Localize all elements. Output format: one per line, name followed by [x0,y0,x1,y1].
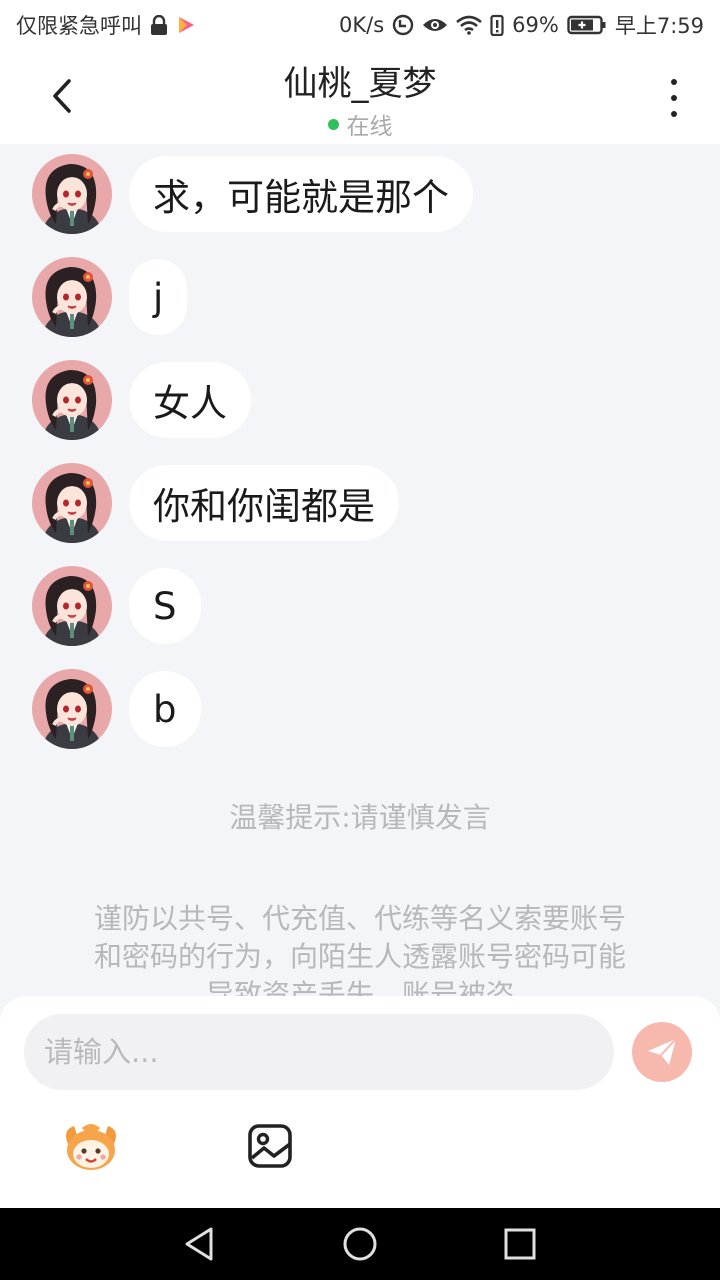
send-button[interactable] [632,1022,692,1082]
avatar[interactable] [32,669,112,749]
status-bar: 仅限紧急呼叫 0K/s 69% 早上7:59 [0,0,720,50]
message-bubble[interactable]: j [129,259,188,335]
battery-percent: 69% [512,13,559,37]
online-status: 在线 [0,107,720,141]
video-app-icon [176,15,196,35]
image-picker-button[interactable] [246,1122,294,1170]
chat-title-area: 仙桃_夏梦 在线 [0,56,720,141]
nav-home-button[interactable] [340,1224,380,1264]
message-row: 求，可能就是那个 [32,154,473,234]
message-bubble[interactable]: b [129,671,201,747]
online-status-label: 在线 [346,114,393,140]
contact-name: 仙桃_夏梦 [283,64,437,104]
lock-icon [150,15,168,35]
navigation-bar [0,1208,720,1280]
network-speed: 0K/s [338,13,385,37]
more-dot [671,95,677,101]
more-vertical-icon [671,79,677,85]
emoji-sticker-icon [66,1124,116,1170]
message-input[interactable] [24,1014,614,1090]
clock: 早上7:59 [614,14,704,38]
data-saver-icon [392,14,414,36]
message-row: 女人 [32,360,251,440]
message-bubble[interactable]: 求，可能就是那个 [129,156,473,232]
avatar[interactable] [32,154,112,234]
avatar[interactable] [32,566,112,646]
nav-recents-button[interactable] [500,1224,540,1264]
chat-header: 仙桃_夏梦 在线 [0,50,720,144]
composer-panel [0,996,720,1208]
safety-tip: 温馨提示:请谨慎发言 [229,801,491,834]
more-options-button[interactable] [654,76,694,120]
avatar[interactable] [32,463,112,543]
image-icon [248,1124,292,1168]
send-icon [648,1038,677,1065]
message-bubble[interactable]: S [129,568,201,644]
more-dot [671,111,677,117]
nav-home-icon [343,1227,377,1261]
carrier-text: 仅限紧急呼叫 [16,14,142,38]
message-row: j [32,257,188,337]
message-bubble[interactable]: 你和你闺都是 [129,465,399,541]
nav-back-icon [185,1227,213,1261]
avatar[interactable] [32,257,112,337]
emoji-sticker-button[interactable] [60,1120,122,1172]
message-row: S [32,566,201,646]
nav-recents-icon [504,1228,536,1260]
nav-back-button[interactable] [180,1224,220,1264]
online-dot [327,118,339,130]
warning-line: 谨防以共号、代充值、代练等名义索要账号 [93,902,626,935]
warning-line: 和密码的行为，向陌生人透露账号密码可能 [93,940,626,973]
message-row: b [32,669,201,749]
safety-warning: 谨防以共号、代充值、代练等名义索要账号 和密码的行为，向陌生人透露账号密码可能 … [60,900,660,1000]
avatar[interactable] [32,360,112,440]
message-row: 你和你闺都是 [32,463,399,543]
eye-icon [422,16,448,34]
battery-icon [567,15,607,35]
message-list[interactable]: 求，可能就是那个 j 女人 你和你闺都是 S b 温馨提示:请谨慎发言 谨防以共… [0,144,720,1000]
wifi-icon [456,15,482,35]
message-bubble[interactable]: 女人 [129,362,251,438]
battery-alert-icon [490,14,504,36]
